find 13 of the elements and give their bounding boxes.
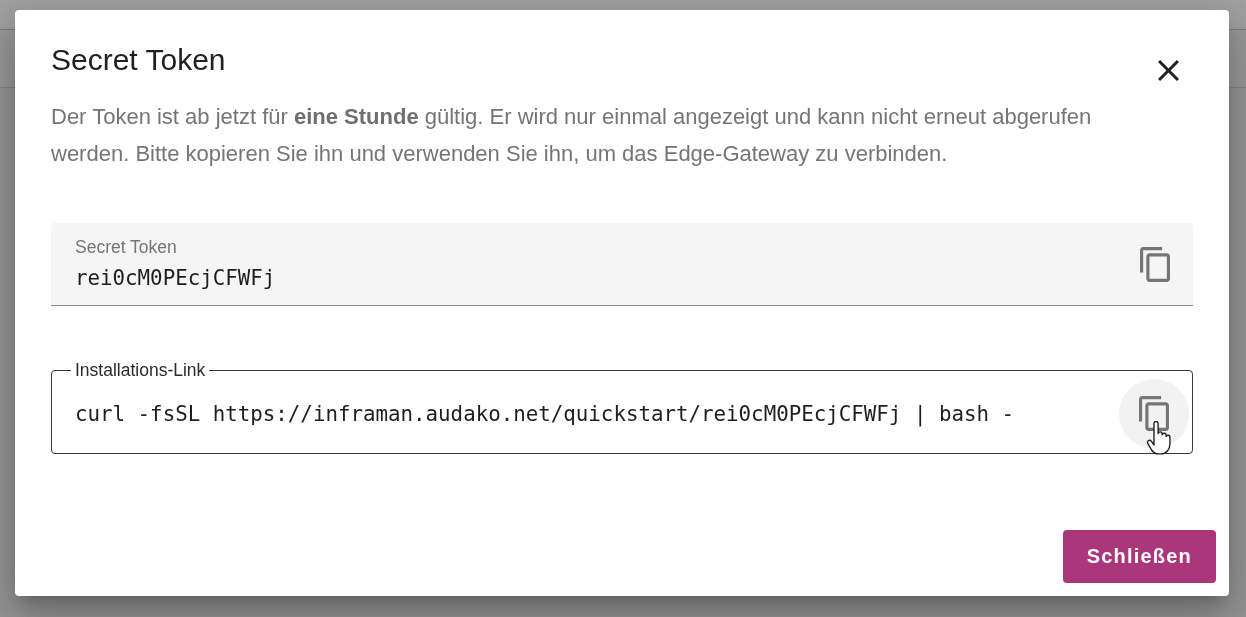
field-label: Secret Token — [75, 237, 177, 257]
field-value: curl -fsSL https://inframan.audako.net/quickstart/rei0cM0PEcjCFWFj | bash - — [75, 400, 1015, 427]
text-field[interactable]: Installations-Link curl -fsSL https://inframan.audako.net/quickstart/rei0cM0PEcjCFWFj | bash - — [51, 361, 1193, 454]
copy-icon — [1139, 396, 1169, 431]
field-label: Installations-Link — [74, 361, 207, 380]
close-action-button[interactable]: Schließen — [1062, 530, 1216, 583]
dialog-description: Der Token ist ab jetzt für eine Stunde gültig. Er wird nur einmal angezeigt und kann nicht erneut abgerufen werden. Bitte kopieren Sie ihn und verwenden Sie ihn, um das Edge-Gateway zu verbinden. — [51, 103, 1093, 168]
text-field[interactable]: Secret Token rei0cM0PEcjCFWFj — [51, 223, 1193, 306]
dialog-title: Secret Token — [51, 42, 226, 78]
close-icon — [1157, 59, 1179, 81]
hand-cursor-icon — [1146, 420, 1172, 455]
field-value: rei0cM0PEcjCFWFj — [75, 264, 276, 291]
copy-icon — [1140, 246, 1170, 282]
